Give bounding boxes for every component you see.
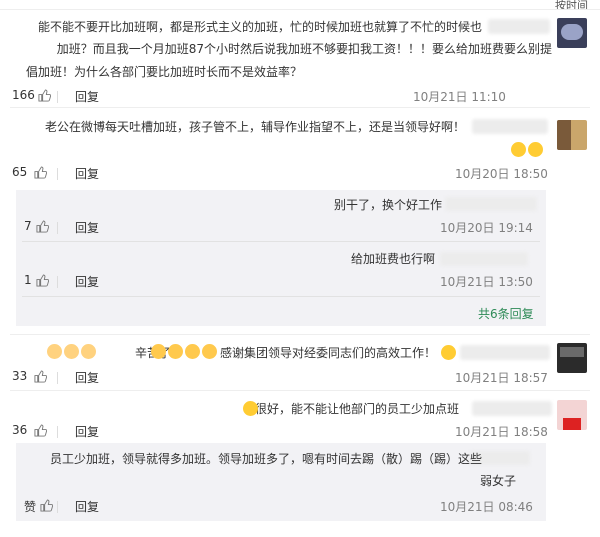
comment-timestamp: 10月21日 18:57: [455, 371, 548, 385]
like-count[interactable]: 1: [24, 273, 32, 287]
thumbs-up-icon[interactable]: [36, 220, 49, 233]
thumbs-up-icon[interactable]: [36, 274, 49, 287]
reply-button[interactable]: 回复: [75, 88, 99, 105]
more-replies-link[interactable]: 共6条回复: [478, 305, 534, 322]
reply-button[interactable]: 回复: [75, 369, 99, 386]
like-count[interactable]: 65: [12, 165, 27, 179]
username-blurred: [472, 119, 548, 134]
divider: [57, 276, 58, 288]
thumbs-up-icon[interactable]: [34, 370, 47, 383]
avatar[interactable]: [557, 18, 587, 48]
thumbs-up-icon[interactable]: [40, 499, 53, 512]
username-blurred: [440, 252, 528, 266]
emoji-crying-icon: [510, 142, 544, 157]
avatar[interactable]: [557, 400, 587, 430]
reply-button[interactable]: 回复: [75, 273, 99, 290]
divider: [57, 426, 58, 438]
comment-text-line: 倡加班！为什么各部门要比加班时长而不是效益率？: [25, 65, 302, 79]
comment-divider: [10, 334, 590, 335]
reply-timestamp: 10月21日 08:46: [440, 500, 533, 514]
reply-timestamp: 10月21日 13:50: [440, 275, 533, 289]
comment-text-line: 老公在微博每天吐槽加班，孩子管不上，辅导作业指望不上，还是当领导好啊！: [44, 120, 465, 134]
reply-text-line: 员工少加班，领导就得多加班。领导加班多了，嗯有时间去踢（散）踢（踢）这些: [49, 452, 482, 466]
avatar[interactable]: [557, 343, 587, 373]
comment-divider: [10, 390, 590, 391]
reply-text-line: 弱女子: [480, 474, 517, 488]
comment-text: 很好，能不能让他部门的员工少加点班: [255, 402, 460, 416]
reply-divider: [22, 296, 540, 297]
comment-timestamp: 10月21日 18:58: [455, 425, 548, 439]
reply-button[interactable]: 回复: [75, 165, 99, 182]
username-blurred: [460, 345, 550, 360]
like-count[interactable]: 36: [12, 423, 27, 437]
sort-by-time-tab[interactable]: 按时间: [555, 0, 588, 9]
emoji-heart-eyes-icon: [440, 345, 457, 360]
emoji-clapping-icon: [46, 344, 97, 359]
like-button[interactable]: 赞: [24, 498, 36, 515]
comment-timestamp: 10月21日 11:10: [413, 90, 506, 104]
thumbs-up-icon[interactable]: [34, 166, 47, 179]
reply-button[interactable]: 回复: [75, 498, 99, 515]
reply-divider: [22, 241, 540, 242]
avatar[interactable]: [557, 120, 587, 150]
like-count[interactable]: 166: [12, 88, 35, 102]
divider: [57, 91, 58, 103]
emoji-grin-icon: [242, 401, 259, 416]
divider: [57, 168, 58, 180]
reply-button[interactable]: 回复: [75, 423, 99, 440]
reply-button[interactable]: 回复: [75, 219, 99, 236]
divider: [57, 222, 58, 234]
thumbs-up-icon[interactable]: [34, 424, 47, 437]
comment-text-line: 能不能不要开比加班啊，都是形式主义的加班，忙的时候加班也就算了不忙的时候也: [37, 20, 482, 34]
header-divider: [0, 9, 600, 10]
like-count[interactable]: 33: [12, 369, 27, 383]
reply-text: 给加班费也行啊: [350, 252, 435, 266]
comment-text: 感谢集团领导对经委同志们的高效工作！: [220, 346, 437, 360]
username-blurred: [472, 401, 552, 416]
divider: [57, 501, 58, 513]
like-count[interactable]: 7: [24, 219, 32, 233]
comment-timestamp: 10月20日 18:50: [455, 167, 548, 181]
username-blurred: [445, 197, 537, 211]
divider: [57, 372, 58, 384]
username-blurred: [488, 19, 550, 34]
thumbs-up-icon[interactable]: [38, 89, 51, 102]
reply-timestamp: 10月20日 19:14: [440, 221, 533, 235]
emoji-thumbs-up-icon: [150, 344, 218, 359]
reply-text: 别干了，换个好工作: [333, 198, 442, 212]
comment-text-line: 加班？而且我一个月加班87个小时然后说我加班不够要扣我工资！！！要么给加班费要么…: [56, 42, 552, 56]
comment-divider: [10, 107, 590, 108]
